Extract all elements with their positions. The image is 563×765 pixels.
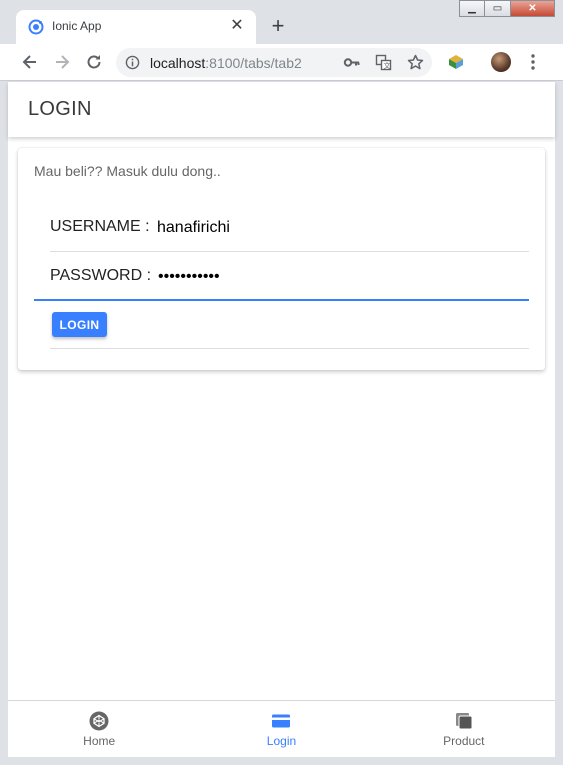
translate-icon[interactable]: 文	[375, 54, 392, 71]
tab-home-label: Home	[83, 734, 116, 748]
login-card: Mau beli?? Masuk dulu dong.. USERNAME : …	[18, 148, 545, 370]
window-frame-bottom	[0, 757, 563, 765]
svg-text:文: 文	[384, 61, 391, 70]
copy-icon	[455, 713, 473, 730]
new-tab-button[interactable]: +	[268, 15, 288, 37]
tab-login-label: Login	[266, 734, 297, 748]
card-subtitle: Mau beli?? Masuk dulu dong..	[34, 163, 221, 179]
url-host: localhost	[150, 55, 206, 71]
forward-arrow-icon[interactable]	[52, 52, 72, 72]
profile-avatar[interactable]	[491, 52, 511, 72]
bookmark-star-icon[interactable]	[407, 54, 424, 71]
tab-login[interactable]: Login	[190, 701, 372, 757]
username-label: USERNAME :	[50, 218, 150, 235]
reload-icon[interactable]	[84, 52, 104, 72]
password-focus-underline	[34, 299, 529, 301]
maximize-button[interactable]: ▭	[485, 0, 511, 17]
tab-home[interactable]: Home	[8, 701, 190, 757]
password-item: PASSWORD :	[34, 253, 529, 301]
browser-tab[interactable]: Ionic App ✕	[16, 10, 256, 44]
username-divider	[50, 251, 529, 252]
key-icon[interactable]	[343, 54, 360, 71]
username-input[interactable]	[157, 216, 487, 240]
button-divider	[50, 348, 529, 349]
browser-toolbar: localhost:8100/tabs/tab2 文	[0, 44, 563, 81]
info-icon[interactable]	[125, 55, 140, 70]
tab-product-label: Product	[443, 734, 485, 748]
password-label: PASSWORD :	[50, 267, 152, 284]
login-button[interactable]: LOGIN	[52, 312, 107, 337]
window-close-button[interactable]: ✕	[511, 0, 555, 17]
url-text[interactable]: localhost:8100/tabs/tab2	[150, 55, 302, 71]
tab-bar: Home Login Product	[8, 700, 555, 757]
tab-product[interactable]: Product	[373, 701, 555, 757]
tab-close-icon[interactable]: ✕	[228, 17, 246, 35]
password-input[interactable]	[158, 265, 488, 289]
app-viewport: LOGIN Mau beli?? Masuk dulu dong.. USERN…	[8, 82, 555, 757]
back-arrow-icon[interactable]	[20, 52, 40, 72]
tab-title: Ionic App	[52, 19, 102, 33]
ionic-favicon-icon	[28, 19, 44, 35]
url-path: :8100/tabs/tab2	[205, 55, 302, 71]
app-header: LOGIN	[8, 82, 555, 137]
username-item: USERNAME :	[34, 204, 529, 252]
minimize-button[interactable]: ▁	[459, 0, 485, 17]
extension-icon[interactable]	[447, 53, 465, 71]
browser-menu-icon[interactable]	[527, 52, 539, 72]
codepen-icon	[89, 711, 109, 731]
address-bar[interactable]: localhost:8100/tabs/tab2 文	[116, 48, 432, 77]
card-icon	[272, 714, 291, 728]
page-title: LOGIN	[28, 98, 92, 120]
window-controls: ▁ ▭ ✕	[459, 0, 555, 17]
browser-titlebar: Ionic App ✕ + ▁ ▭ ✕	[0, 0, 563, 44]
